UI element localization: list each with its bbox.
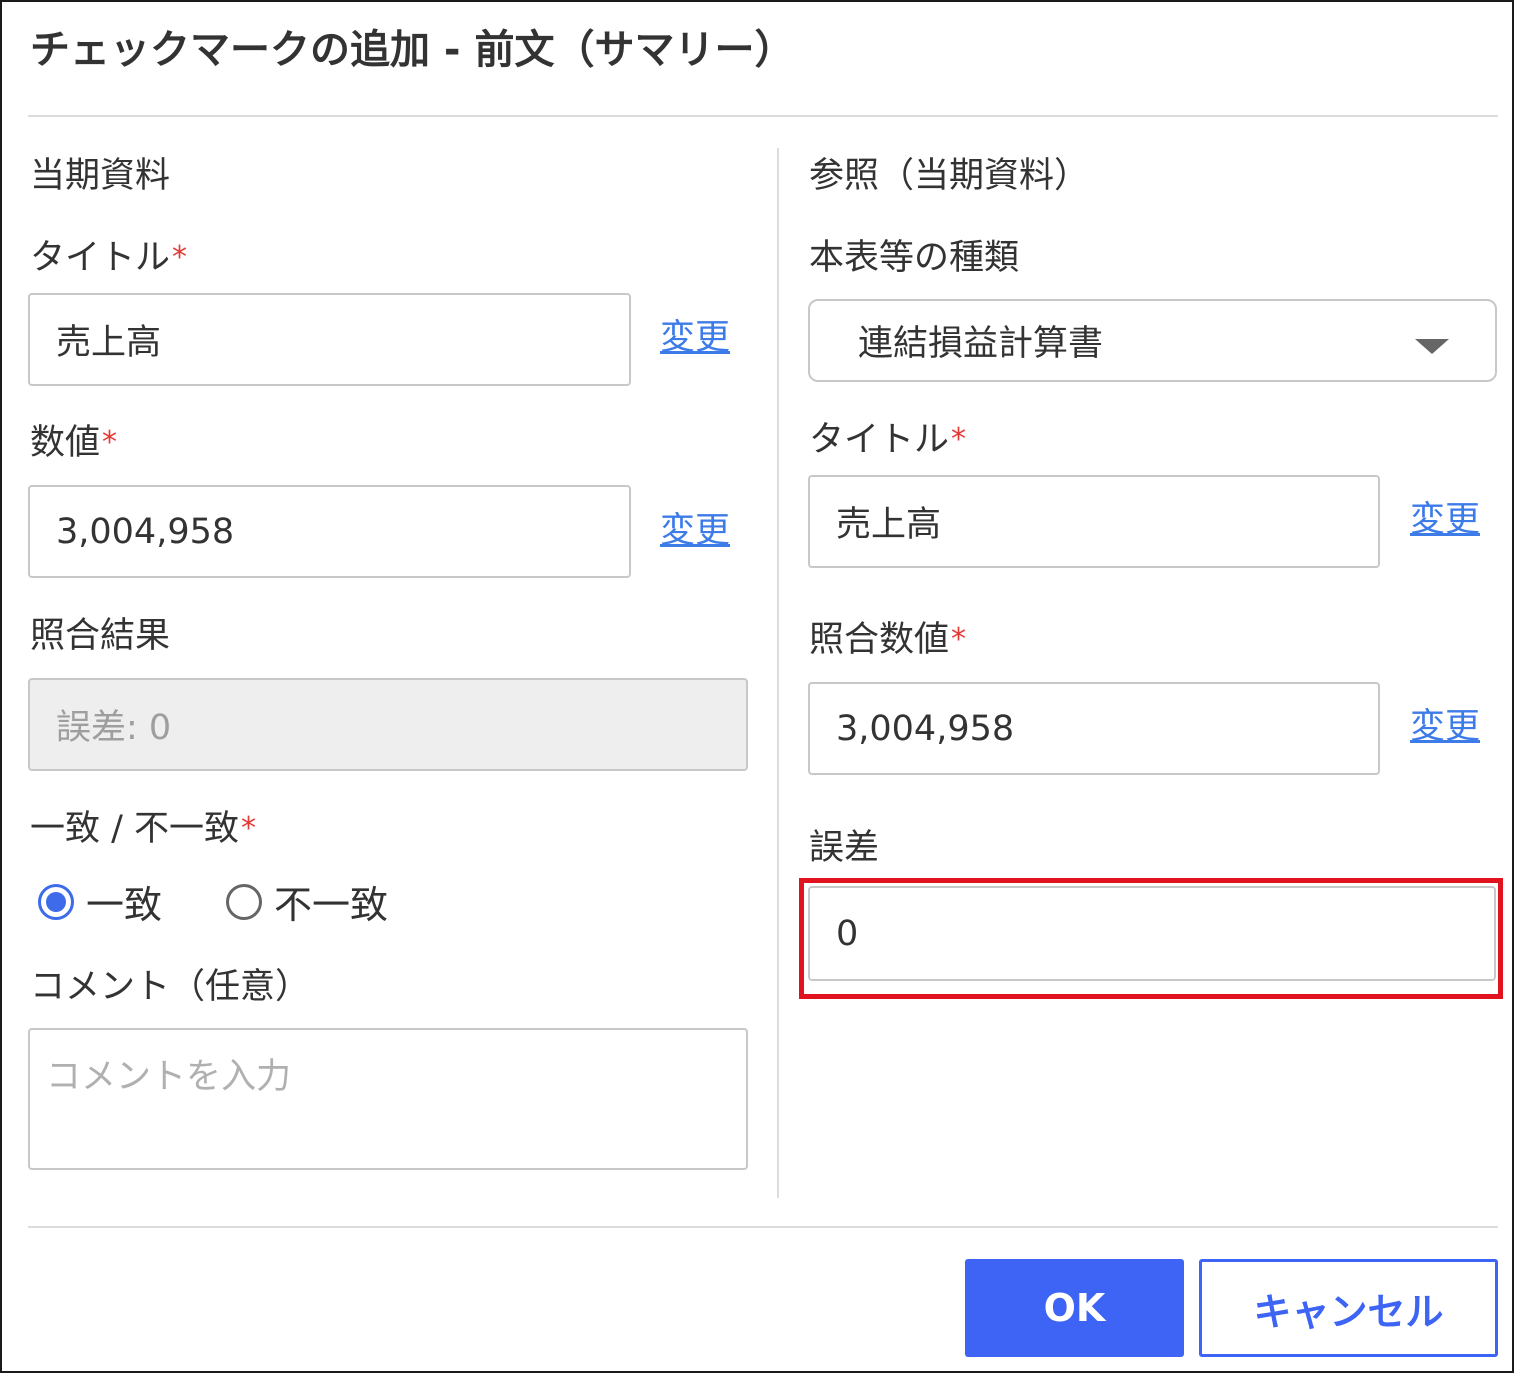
header-divider [28, 115, 1498, 117]
right-section-title: 参照（当期資料） [809, 156, 1090, 196]
right-diff-label: 誤差 [809, 828, 880, 868]
match-radio-mismatch[interactable]: 不一致 [226, 874, 388, 929]
left-match-label-text: 一致 / 不一致 [30, 809, 240, 849]
required-mark: * [241, 811, 257, 846]
left-title-change-link[interactable]: 変更 [660, 316, 730, 360]
left-title-input[interactable]: 売上高 [28, 293, 631, 386]
left-result-value: 誤差: 0 [56, 708, 172, 748]
comment-placeholder: コメントを入力 [46, 1057, 292, 1097]
match-radio-mismatch-label: 不一致 [274, 883, 389, 927]
footer-divider [28, 1226, 1498, 1228]
dialog-title: チェックマークの追加 - 前文（サマリー） [30, 27, 795, 73]
left-number-input[interactable]: 3,004,958 [28, 485, 631, 578]
statement-type-value: 連結損益計算書 [858, 324, 1104, 364]
left-number-value: 3,004,958 [56, 511, 235, 552]
right-match-number-value: 3,004,958 [836, 708, 1015, 749]
right-match-number-label: 照合数値* [809, 618, 966, 662]
right-title-label-text: タイトル [809, 420, 950, 460]
required-mark: * [951, 622, 967, 657]
statement-type-select[interactable]: 連結損益計算書 [808, 299, 1497, 382]
right-match-number-change-link[interactable]: 変更 [1410, 705, 1480, 749]
radio-unselected-icon [226, 883, 262, 920]
right-title-change-link[interactable]: 変更 [1410, 498, 1480, 542]
right-title-label: タイトル* [809, 418, 966, 462]
left-section-title: 当期資料 [30, 156, 171, 196]
required-mark: * [172, 240, 188, 275]
right-match-number-input[interactable]: 3,004,958 [808, 682, 1380, 775]
highlight-box [799, 878, 1503, 999]
chevron-down-icon [1415, 339, 1449, 354]
cancel-button[interactable]: キャンセル [1199, 1259, 1498, 1357]
ok-button[interactable]: OK [965, 1259, 1184, 1357]
left-title-label-text: タイトル [30, 238, 171, 278]
add-checkmark-dialog: チェックマークの追加 - 前文（サマリー） 当期資料 タイトル* 売上高 変更 … [0, 0, 1514, 1373]
right-title-value: 売上高 [836, 505, 942, 545]
column-divider [777, 148, 779, 1198]
left-title-value: 売上高 [56, 323, 162, 363]
match-radio-match-label: 一致 [86, 883, 163, 927]
left-result-field: 誤差: 0 [28, 678, 748, 771]
left-number-label: 数値* [30, 421, 117, 465]
right-match-number-label-text: 照合数値 [809, 620, 950, 660]
left-comment-label: コメント（任意） [30, 967, 311, 1007]
left-number-label-text: 数値 [30, 423, 101, 463]
left-title-label: タイトル* [30, 236, 187, 280]
left-result-label: 照合結果 [30, 616, 171, 656]
required-mark: * [102, 425, 118, 460]
left-number-change-link[interactable]: 変更 [660, 509, 730, 553]
comment-textarea[interactable]: コメントを入力 [28, 1028, 748, 1170]
right-title-input[interactable]: 売上高 [808, 475, 1380, 568]
required-mark: * [951, 422, 967, 457]
match-radio-match[interactable]: 一致 [38, 874, 162, 929]
left-match-label: 一致 / 不一致* [30, 807, 256, 851]
radio-selected-icon [38, 883, 74, 920]
right-statement-label: 本表等の種類 [809, 238, 1020, 278]
